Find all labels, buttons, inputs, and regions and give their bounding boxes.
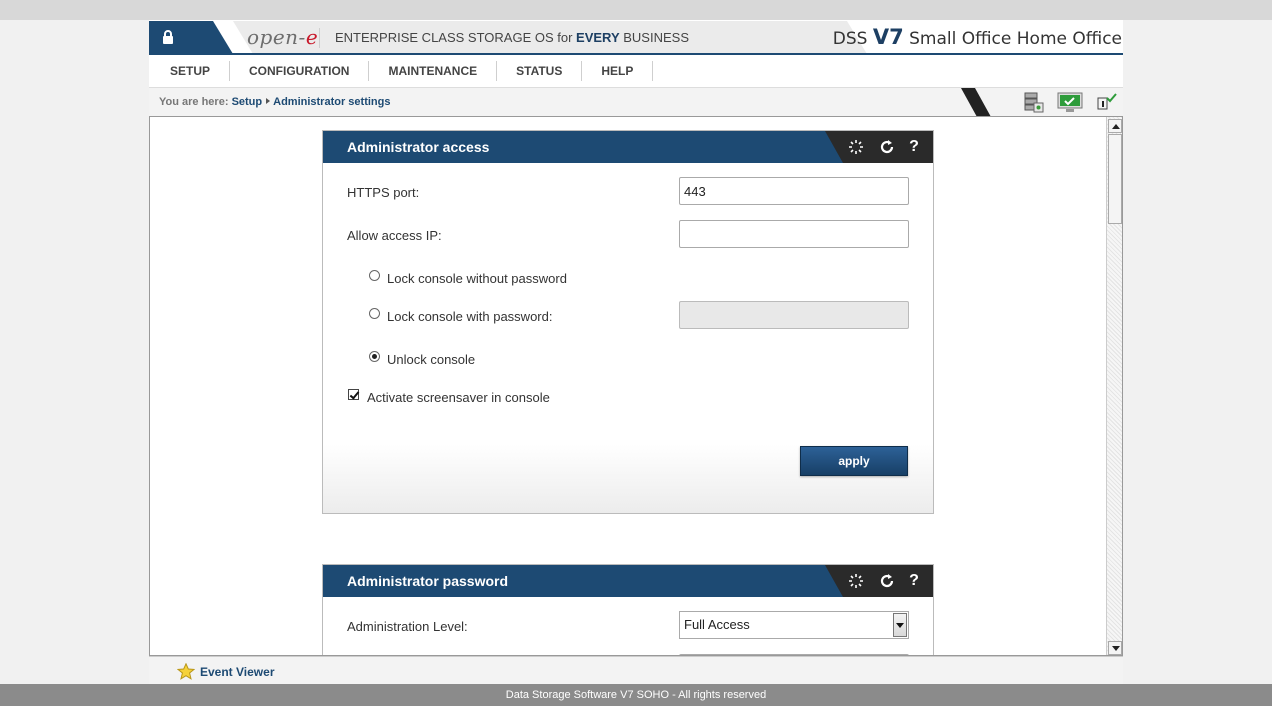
menu-item-status[interactable]: STATUS [497,61,583,81]
lock-with-password-radio[interactable] [369,308,380,319]
footer: Data Storage Software V7 SOHO - All righ… [0,684,1272,706]
breadcrumb-bar: You are here: Setup Administrator setting… [149,87,1123,117]
console-password-input[interactable] [679,301,909,329]
scroll-up-button[interactable] [1108,119,1122,133]
breadcrumb-setup[interactable]: Setup [232,96,263,108]
lock-button[interactable] [149,21,233,54]
administrator-password-panel: Administrator password ? Administration … [322,564,934,655]
event-viewer-bar: Event Viewer [149,656,1123,684]
refresh-icon[interactable] [878,572,896,590]
unlock-console-label: Unlock console [387,352,476,367]
lock-icon [163,30,173,44]
brand-logo: open-e [247,25,319,49]
spinner-icon[interactable] [847,572,865,590]
star-icon [177,663,195,680]
unlock-console-radio[interactable] [369,351,380,362]
monitor-icon[interactable] [1057,91,1083,115]
lock-with-password-label: Lock console with password: [387,309,553,324]
breadcrumb-arrow-icon [266,98,271,104]
storage-icon[interactable] [1021,91,1045,115]
panel-title: Administrator password [347,573,509,589]
screensaver-checkbox[interactable] [348,389,359,400]
main-menu: SETUP CONFIGURATION MAINTENANCE STATUS H… [149,55,1123,87]
screensaver-label: Activate screensaver in console [367,390,550,405]
chevron-down-icon [893,613,907,637]
https-port-label: HTTPS port: [347,185,420,200]
allow-access-ip-label: Allow access IP: [347,228,442,243]
app-frame: open-e ENTERPRISE CLASS STORAGE OS for E… [149,20,1123,684]
breadcrumb: You are here: Setup Administrator setting… [159,96,391,108]
help-icon[interactable]: ? [905,138,923,156]
administration-level-label: Administration Level: [347,619,468,634]
event-viewer-link[interactable]: Event Viewer [177,663,274,680]
vertical-scrollbar[interactable] [1106,117,1122,655]
lock-without-password-radio[interactable] [369,270,380,281]
refresh-icon[interactable] [878,138,896,156]
info-check-icon[interactable] [1093,91,1117,115]
https-port-input[interactable] [679,177,909,205]
help-icon[interactable]: ? [905,572,923,590]
menu-item-maintenance[interactable]: MAINTENANCE [369,61,498,81]
scroll-down-button[interactable] [1108,641,1122,655]
menu-item-setup[interactable]: SETUP [151,61,231,81]
menu-item-configuration[interactable]: CONFIGURATION [230,61,370,81]
spinner-icon[interactable] [847,138,865,156]
header: open-e ENTERPRISE CLASS STORAGE OS for E… [149,20,1123,55]
tagline: ENTERPRISE CLASS STORAGE OS for EVERY BU… [335,30,689,45]
breadcrumb-administrator-settings[interactable]: Administrator settings [273,96,390,108]
menu-item-help[interactable]: HELP [582,61,654,81]
panel-title: Administrator access [347,139,490,155]
scroll-thumb[interactable] [1108,134,1122,224]
allow-access-ip-input[interactable] [679,220,909,248]
apply-button[interactable]: apply [800,446,908,476]
lock-without-password-label: Lock console without password [387,271,567,286]
administrator-access-panel: Administrator access ? HTTPS port: 443 A… [322,130,934,514]
top-strip [0,0,1272,20]
product-title: DSS V7 Small Office Home Office [832,25,1122,49]
content-area: Administrator access ? HTTPS port: 443 A… [149,116,1123,656]
administration-level-select[interactable]: Full Access [679,611,909,639]
